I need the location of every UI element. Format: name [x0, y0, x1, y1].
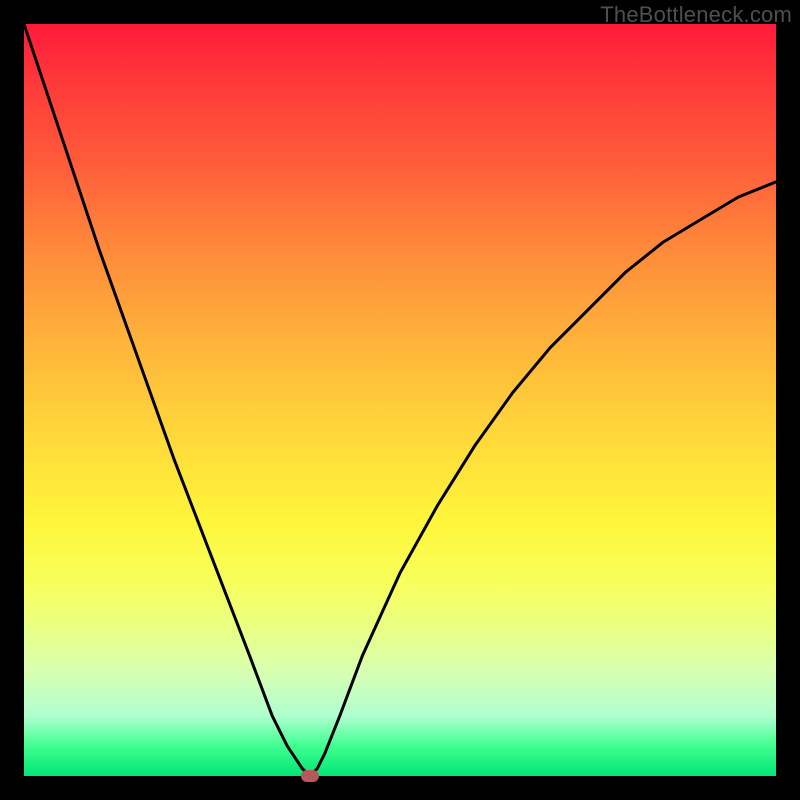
watermark-text: TheBottleneck.com — [600, 2, 792, 28]
minimum-marker — [301, 770, 319, 782]
bottleneck-curve — [24, 24, 776, 776]
